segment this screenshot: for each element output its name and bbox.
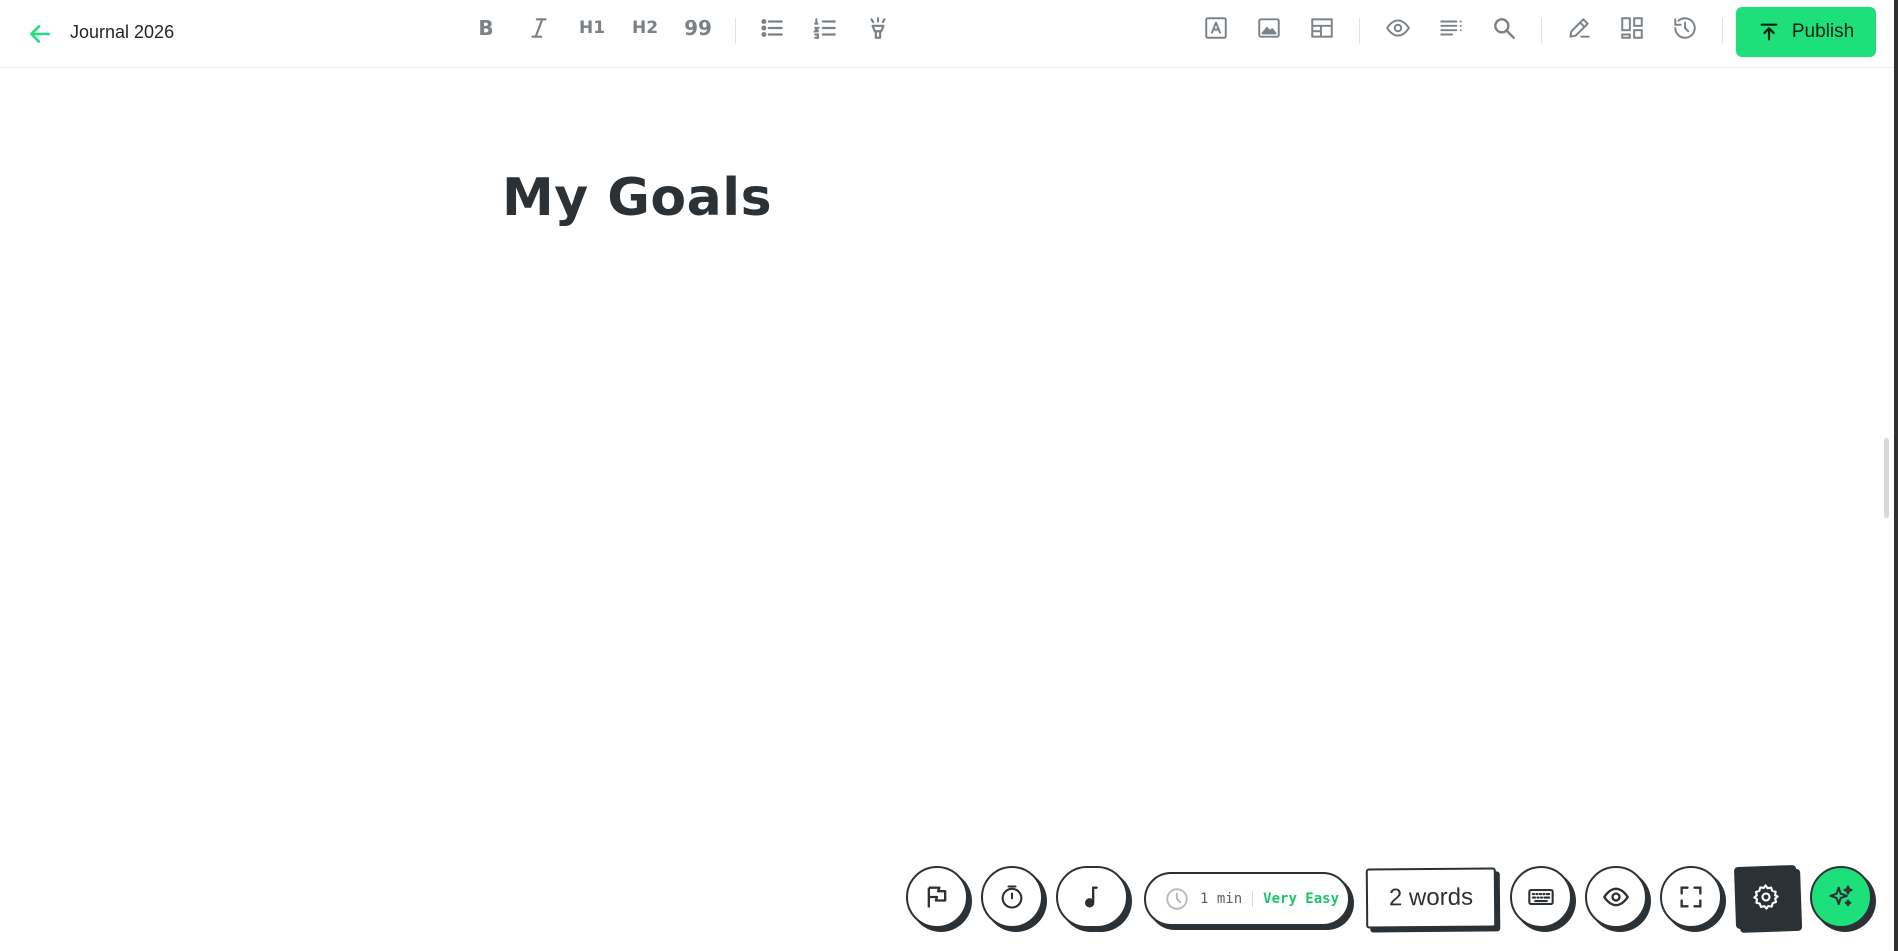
fullscreen-button[interactable] (1660, 866, 1722, 928)
keyboard-icon (1528, 888, 1554, 906)
back-arrow-icon (30, 25, 50, 43)
publish-label: Publish (1791, 21, 1855, 42)
outline-button[interactable] (1431, 12, 1471, 44)
highlight-button[interactable] (858, 12, 898, 44)
outline-icon (1440, 20, 1462, 36)
history-button[interactable] (1665, 12, 1705, 44)
page-heading[interactable]: My Goals (502, 168, 772, 228)
toolbar-divider (1722, 18, 1723, 44)
settings-button[interactable] (1733, 864, 1799, 930)
timer-button[interactable] (981, 866, 1043, 928)
italic-icon (531, 18, 547, 38)
bold-label: B (478, 16, 494, 40)
italic-button[interactable] (519, 12, 559, 44)
numbered-list-icon (812, 18, 836, 39)
text-box-button[interactable] (1196, 12, 1236, 44)
table-button[interactable] (1302, 12, 1342, 44)
preview-mode-button[interactable] (1585, 866, 1647, 928)
bullet-list-icon (761, 19, 783, 37)
image-icon (1258, 18, 1280, 38)
heading1-button[interactable]: H1 (572, 12, 612, 44)
reading-time: 1 min (1200, 891, 1243, 907)
eye-icon (1386, 19, 1410, 37)
heading2-button[interactable]: H2 (625, 12, 665, 44)
sparkle-icon (1829, 885, 1853, 907)
heading2-label: H2 (631, 18, 659, 38)
edit-icon (1569, 18, 1590, 38)
publish-button[interactable]: Publish (1736, 7, 1876, 57)
reading-time-badge[interactable]: 1 min Very Easy (1144, 872, 1350, 926)
eye-icon (1602, 887, 1630, 907)
quote-label: 99 (684, 16, 712, 40)
search-button[interactable] (1484, 12, 1524, 44)
fullscreen-icon (1680, 886, 1702, 908)
timer-icon (1001, 885, 1023, 909)
window-edge (1894, 0, 1898, 951)
ai-assistant-button[interactable] (1810, 866, 1872, 928)
table-icon (1311, 18, 1333, 38)
toolbar-divider (1359, 18, 1360, 44)
edit-button[interactable] (1559, 12, 1599, 44)
music-icon (1085, 886, 1098, 908)
text-box-icon (1205, 17, 1227, 39)
layout-button[interactable] (1612, 12, 1652, 44)
keyboard-button[interactable] (1510, 866, 1572, 928)
heading1-label: H1 (578, 18, 606, 38)
clock-icon (1166, 888, 1188, 910)
scrollbar-thumb[interactable] (1884, 438, 1889, 518)
bullet-list-button[interactable] (752, 12, 792, 44)
music-button[interactable] (1056, 866, 1128, 928)
top-toolbar: Journal 2026 B H1 H2 99 Publish (0, 0, 1894, 68)
history-icon (1674, 17, 1696, 39)
preview-button[interactable] (1378, 12, 1418, 44)
bold-button[interactable]: B (466, 12, 506, 44)
document-title: Journal 2026 (70, 22, 175, 42)
search-icon (1494, 18, 1515, 39)
toolbar-divider (735, 18, 736, 44)
image-button[interactable] (1249, 12, 1289, 44)
gear-icon (1753, 884, 1779, 910)
numbered-list-button[interactable] (805, 12, 845, 44)
layout-icon (1621, 17, 1643, 39)
readability-score: Very Easy (1263, 891, 1340, 907)
flag-icon (927, 886, 947, 908)
back-button[interactable] (22, 16, 58, 52)
upload-icon (1760, 23, 1778, 41)
focus-flag-button[interactable] (906, 866, 968, 928)
word-count[interactable]: 2 words (1365, 867, 1497, 929)
quote-button[interactable]: 99 (678, 12, 718, 44)
highlight-icon (870, 17, 886, 39)
badge-divider (1252, 891, 1254, 907)
toolbar-divider (1541, 18, 1542, 44)
